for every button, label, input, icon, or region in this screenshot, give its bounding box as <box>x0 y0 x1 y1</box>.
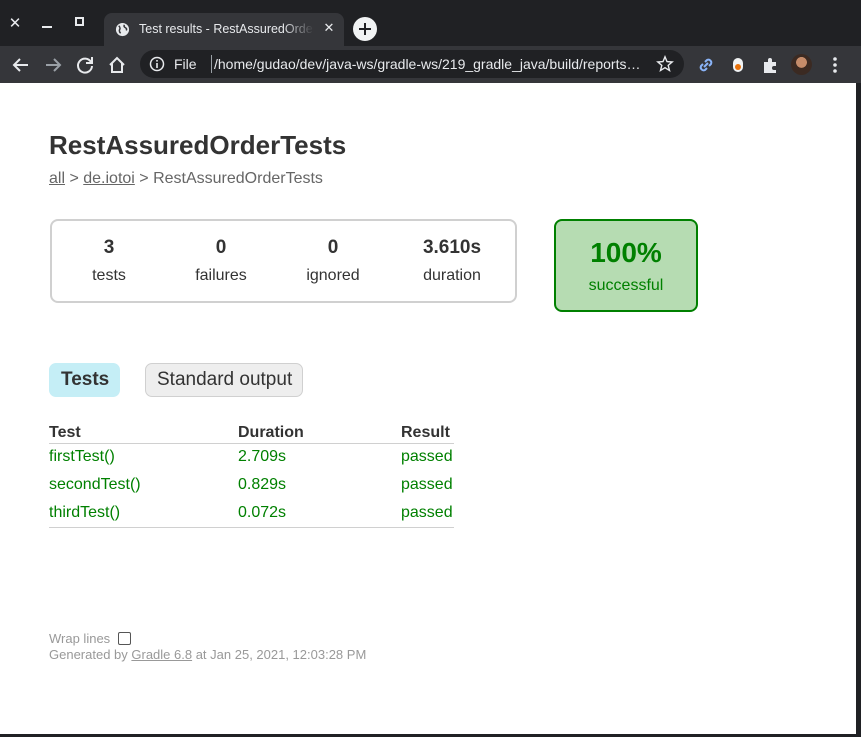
breadcrumb-link-all[interactable]: all <box>49 170 65 187</box>
page-title: RestAssuredOrderTests <box>49 130 347 160</box>
wrap-lines-label: Wrap lines <box>49 630 111 646</box>
column-header-result: Result <box>401 423 454 444</box>
ignored-label: ignored <box>306 267 360 284</box>
window-close-icon[interactable]: ✕ <box>4 12 26 34</box>
column-header-duration: Duration <box>238 423 401 444</box>
home-icon[interactable] <box>106 54 128 76</box>
success-label: successful <box>588 277 664 294</box>
test-name: firstTest() <box>49 448 115 466</box>
tab-standard-output[interactable]: Standard output <box>145 363 303 397</box>
reload-icon[interactable] <box>74 54 96 76</box>
tab-close-icon[interactable]: ✕ <box>320 20 338 38</box>
duration-counter: 3.610s duration <box>407 237 497 285</box>
test-name: secondTest() <box>49 476 141 493</box>
breadcrumb-current: RestAssuredOrderTests <box>153 170 323 187</box>
wrap-lines-checkbox[interactable] <box>118 631 132 645</box>
test-duration: 0.829s <box>238 476 287 493</box>
menu-kebab-icon[interactable] <box>824 54 846 76</box>
breadcrumb: all > de.iotoi > RestAssuredOrderTests <box>49 170 323 188</box>
generated-at-text: at Jan 25, 2021, 12:03:28 PM <box>192 647 367 662</box>
duration-label: duration <box>423 267 481 284</box>
wrap-lines-row: Wrap lines <box>49 629 366 647</box>
report-footer: Wrap lines Generated by Gradle 6.8 at Ja… <box>49 629 366 663</box>
url-scheme-label: File <box>174 56 197 72</box>
url-separator <box>211 55 212 73</box>
tab-tests[interactable]: Tests <box>49 363 120 397</box>
table-row: firstTest() 2.709s passed <box>49 443 454 471</box>
address-bar[interactable]: File /home/gudao/dev/java-ws/gradle-ws/2… <box>140 50 684 78</box>
gradle-link[interactable]: Gradle 6.8 <box>131 647 192 662</box>
link-extension-icon[interactable] <box>695 54 717 76</box>
breadcrumb-separator: > <box>134 170 154 187</box>
table-row: thirdTest() 0.072s passed <box>49 499 454 528</box>
column-header-test: Test <box>49 423 238 444</box>
ignored-counter: 0 ignored <box>288 237 378 285</box>
breadcrumb-link-package[interactable]: de.iotoi <box>83 170 135 187</box>
test-duration: 0.072s <box>238 499 401 528</box>
profile-avatar[interactable] <box>791 54 812 75</box>
plus-icon <box>359 23 371 35</box>
breadcrumb-separator: > <box>65 170 84 187</box>
generated-by-line: Generated by Gradle 6.8 at Jan 25, 2021,… <box>49 647 366 662</box>
duration-value: 3.610s <box>422 237 482 258</box>
browser-title-bar: ✕ Test results - RestAssuredOrderTests ✕ <box>0 0 861 46</box>
table-row: secondTest() 0.829s passed <box>49 471 454 499</box>
ignored-count: 0 <box>327 237 339 258</box>
extension-icon[interactable] <box>727 54 749 76</box>
report-page: RestAssuredOrderTests all > de.iotoi > R… <box>0 83 856 734</box>
window-minimize-icon[interactable] <box>36 12 58 34</box>
success-rate-box: 100% successful <box>554 219 698 312</box>
browser-tab[interactable]: Test results - RestAssuredOrderTests ✕ <box>104 13 344 46</box>
table-header-row: Test Duration Result <box>49 423 454 444</box>
generated-by-text: Generated by <box>49 647 132 662</box>
tests-label: tests <box>92 267 126 284</box>
test-name: thirdTest() <box>49 499 238 528</box>
failures-count: 0 <box>215 237 227 258</box>
url-text[interactable]: /home/gudao/dev/java-ws/gradle-ws/219_gr… <box>214 56 642 72</box>
new-tab-button[interactable] <box>353 17 377 41</box>
failures-counter: 0 failures <box>176 237 266 285</box>
failures-label: failures <box>195 267 247 284</box>
test-results-table: Test Duration Result firstTest() 2.709s … <box>49 423 454 528</box>
summary-box: 3 tests 0 failures 0 ignored 3.610s dura… <box>50 219 517 303</box>
globe-icon <box>115 22 130 37</box>
browser-toolbar: File /home/gudao/dev/java-ws/gradle-ws/2… <box>0 46 861 83</box>
puzzle-extensions-icon[interactable] <box>759 54 781 76</box>
forward-arrow-icon[interactable] <box>42 54 64 76</box>
window-maximize-icon[interactable] <box>68 12 90 34</box>
test-result: passed <box>401 448 453 466</box>
back-arrow-icon[interactable] <box>10 54 32 76</box>
tests-counter: 3 tests <box>64 237 154 285</box>
test-result: passed <box>401 499 454 528</box>
test-duration: 2.709s <box>238 448 287 466</box>
bookmark-star-icon[interactable] <box>656 55 674 73</box>
window-right-edge <box>856 83 861 737</box>
test-result: passed <box>401 476 453 493</box>
tests-count: 3 <box>103 237 115 258</box>
success-percent: 100% <box>590 237 662 268</box>
tab-title: Test results - RestAssuredOrderTests <box>139 22 314 36</box>
info-icon[interactable] <box>149 56 165 72</box>
